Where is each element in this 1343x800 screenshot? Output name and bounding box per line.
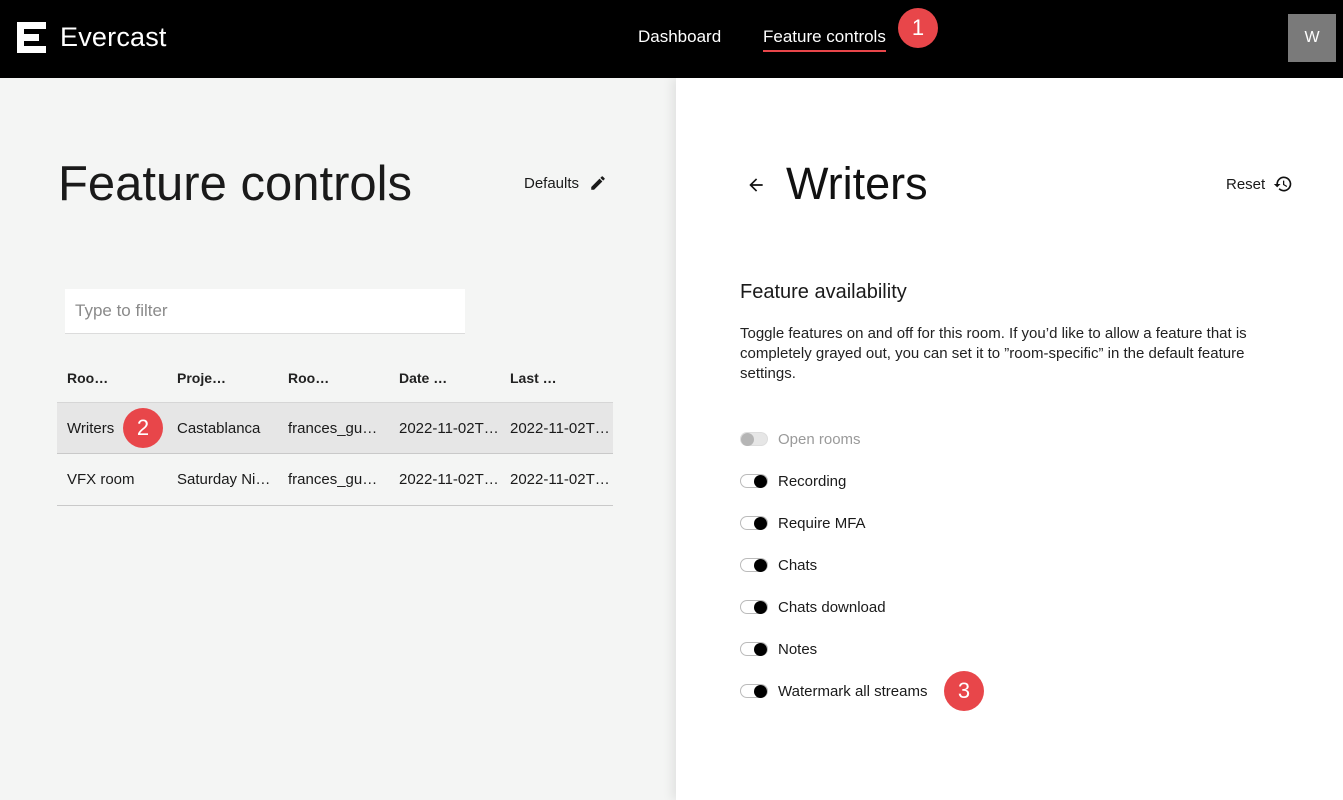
defaults-button[interactable]: Defaults [524, 174, 607, 192]
rooms-table: Roo… Proje… Roo… Date … Last … Writers C… [57, 353, 613, 506]
defaults-label: Defaults [524, 174, 580, 192]
section-title: Feature availability [740, 281, 907, 303]
back-arrow-icon[interactable] [746, 175, 766, 195]
toggle-item-notes: Notes [740, 628, 927, 670]
toggle-label: Notes [778, 640, 818, 658]
evercast-logo-icon [17, 22, 46, 53]
feature-toggle-list: Open rooms Recording Require MFA Chats C… [740, 418, 984, 712]
toggle-label: Require MFA [778, 514, 866, 532]
table-cell: VFX room [67, 471, 135, 488]
user-avatar[interactable]: W [1288, 14, 1336, 62]
room-title: Writers [786, 158, 928, 209]
column-header-room-owner[interactable]: Roo… [278, 370, 389, 386]
callout-badge-3: 3 [944, 671, 984, 711]
toggle-switch[interactable] [740, 684, 768, 698]
toggle-item-chats-download: Chats download [740, 586, 927, 628]
feature-controls-panel: Feature controls Defaults Roo… Proje… Ro… [0, 78, 676, 800]
table-cell: Castablanca [177, 419, 261, 437]
toggle-switch [740, 432, 768, 446]
table-header: Roo… Proje… Roo… Date … Last … [57, 353, 613, 402]
column-header-room[interactable]: Roo… [57, 370, 167, 386]
section-description: Toggle features on and off for this room… [740, 325, 1247, 382]
toggle-switch[interactable] [740, 516, 768, 530]
brand-name: Evercast [60, 22, 167, 52]
toggle-switch[interactable] [740, 600, 768, 614]
history-icon [1274, 176, 1292, 192]
toggle-switch[interactable] [740, 474, 768, 488]
table-cell: frances_gu… [288, 471, 378, 488]
room-detail-panel: Writers Reset Feature availability Toggl… [676, 78, 1343, 800]
brand-logo[interactable]: Evercast [17, 22, 167, 53]
toggle-label: Chats [778, 556, 818, 574]
toggle-item-watermark-all-streams: Watermark all streams 3 [740, 670, 984, 712]
toggle-item-chats: Chats [740, 544, 927, 586]
table-row[interactable]: Writers Castablanca frances_gu… 2022-11-… [57, 402, 613, 454]
toggle-label: Watermark all streams [778, 682, 928, 700]
toggle-label: Open rooms [778, 430, 861, 448]
pencil-icon [591, 176, 605, 190]
table-cell: 2022-11-02T… [399, 471, 499, 488]
callout-badge-2: 2 [123, 408, 163, 448]
toggle-item-require-mfa: Require MFA [740, 502, 927, 544]
table-cell: 2022-11-02T… [399, 419, 499, 437]
toggle-item-recording: Recording [740, 460, 927, 502]
toggle-switch[interactable] [740, 558, 768, 572]
nav-dashboard[interactable]: Dashboard [638, 27, 721, 47]
table-cell: 2022-11-02T… [510, 419, 610, 437]
reset-button[interactable]: Reset [1226, 174, 1293, 194]
column-header-date[interactable]: Date … [389, 370, 500, 386]
table-cell: 2022-11-02T… [510, 471, 610, 488]
filter-input[interactable] [65, 289, 465, 334]
reset-label: Reset [1226, 175, 1266, 193]
page-title: Feature controls [58, 157, 413, 211]
toggle-switch[interactable] [740, 642, 768, 656]
top-bar: Evercast Dashboard Feature controls 1 W [0, 0, 1343, 78]
table-cell: Saturday Ni… [177, 471, 271, 488]
table-cell: frances_gu… [288, 419, 378, 437]
toggle-label: Chats download [778, 598, 886, 616]
nav-feature-controls[interactable]: Feature controls [763, 27, 886, 52]
column-header-project[interactable]: Proje… [167, 370, 278, 386]
table-row[interactable]: VFX room Saturday Ni… frances_gu… 2022-1… [57, 454, 613, 506]
column-header-last[interactable]: Last … [500, 370, 611, 386]
toggle-label: Recording [778, 472, 847, 490]
callout-badge-1: 1 [898, 8, 938, 48]
toggle-item-open-rooms: Open rooms [740, 418, 927, 460]
